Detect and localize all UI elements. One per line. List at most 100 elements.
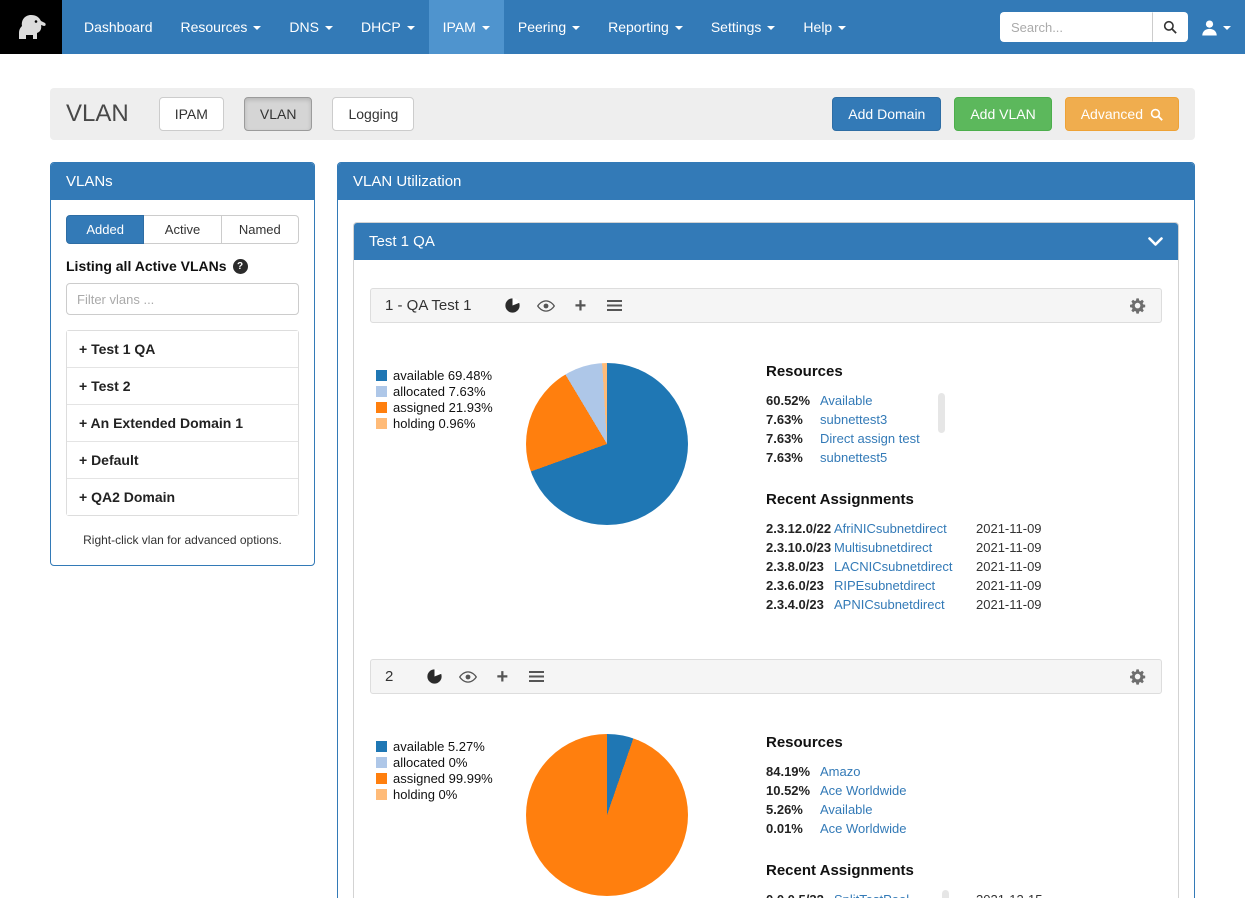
- resource-link[interactable]: Direct assign test: [820, 431, 920, 446]
- resource-link[interactable]: Available: [820, 802, 873, 817]
- assignments-heading: Recent Assignments: [766, 862, 1146, 879]
- add-domain-button[interactable]: Add Domain: [832, 97, 941, 131]
- search-icon: [1163, 20, 1177, 34]
- search-input[interactable]: [1000, 12, 1152, 42]
- vlans-tab-added[interactable]: Added: [66, 215, 144, 244]
- navbar-search: [1000, 12, 1188, 42]
- legend-item: available 69.48%: [376, 368, 526, 384]
- assignment-link[interactable]: LACNICsubnetdirect: [834, 559, 976, 574]
- nav-item-ipam[interactable]: IPAM: [429, 0, 504, 54]
- nav-item-reporting[interactable]: Reporting: [594, 0, 697, 54]
- gear-icon[interactable]: [1129, 669, 1147, 685]
- assignment-date: 2021-11-09: [976, 521, 1042, 536]
- gear-icon[interactable]: [1129, 298, 1147, 314]
- resource-percent: 0.01%: [766, 821, 820, 836]
- resource-link[interactable]: subnettest5: [820, 450, 887, 465]
- legend-label: holding 0.96%: [393, 416, 475, 432]
- utilization-pie-chart: [526, 363, 688, 525]
- resource-link[interactable]: Available: [820, 393, 873, 408]
- vlan-list-item-qa2-domain[interactable]: + QA2 Domain: [67, 478, 298, 515]
- resource-percent: 60.52%: [766, 393, 820, 408]
- caret-down-icon: [253, 26, 261, 30]
- assignment-link[interactable]: AfriNICsubnetdirect: [834, 521, 976, 536]
- vlan-list-item-test2[interactable]: + Test 2: [67, 367, 298, 404]
- assignment-link[interactable]: SplitTestPool: [834, 892, 976, 898]
- chevron-down-icon[interactable]: [1148, 237, 1163, 246]
- section-info: Resources 84.19% Amazo 10.52% Ace Worldw…: [766, 734, 1156, 898]
- vlan-section-title: 2: [385, 668, 393, 685]
- question-circle-icon[interactable]: ?: [233, 259, 248, 274]
- advanced-button[interactable]: Advanced: [1065, 97, 1179, 131]
- navbar-right: [1000, 0, 1245, 54]
- search-button[interactable]: [1152, 12, 1188, 42]
- assignment-link[interactable]: APNICsubnetdirect: [834, 597, 976, 612]
- eye-icon[interactable]: [459, 669, 477, 685]
- vlan-section-1-header: 1 - QA Test 1 +: [370, 288, 1162, 323]
- filter-vlans-input[interactable]: [66, 283, 299, 315]
- tab-vlan[interactable]: VLAN: [244, 97, 313, 131]
- legend-label: available 5.27%: [393, 739, 485, 755]
- vlan-list-item-extended-domain[interactable]: + An Extended Domain 1: [67, 404, 298, 441]
- assignment-link[interactable]: RIPEsubnetdirect: [834, 578, 976, 593]
- nav-item-dashboard[interactable]: Dashboard: [70, 0, 167, 54]
- legend-label: assigned 99.99%: [393, 771, 493, 787]
- assignment-date: 2021-11-09: [976, 559, 1042, 574]
- pie-legend: available 5.27% allocated 0% assigned 99…: [376, 734, 526, 898]
- eye-icon[interactable]: [537, 298, 555, 314]
- add-vlan-button[interactable]: Add VLAN: [954, 97, 1051, 131]
- nav-item-dhcp[interactable]: DHCP: [347, 0, 429, 54]
- domain-panel-test1qa: Test 1 QA 1 - QA Test 1: [353, 222, 1179, 898]
- listing-label: Listing all Active VLANs ?: [66, 258, 299, 274]
- domain-panel-title: Test 1 QA: [369, 233, 435, 250]
- nav-label: Help: [803, 19, 832, 35]
- vlans-panel-body: Added Active Named Listing all Active VL…: [51, 200, 314, 565]
- pie-chart-icon[interactable]: [503, 298, 521, 314]
- resource-link[interactable]: Ace Worldwide: [820, 821, 906, 836]
- menu-icon[interactable]: [605, 298, 623, 314]
- utilization-pie-chart: [526, 734, 688, 896]
- pie-legend: available 69.48% allocated 7.63% assigne…: [376, 363, 526, 616]
- resource-row: 84.19% Amazo: [766, 764, 1146, 779]
- vlan-section-1: 1 - QA Test 1 +: [370, 288, 1162, 644]
- nav-label: DHCP: [361, 19, 401, 35]
- plus-icon[interactable]: +: [571, 298, 589, 314]
- domain-panel-header[interactable]: Test 1 QA: [354, 223, 1178, 260]
- user-menu[interactable]: [1201, 19, 1231, 36]
- nav-item-help[interactable]: Help: [789, 0, 860, 54]
- vlan-list-item-test1qa[interactable]: + Test 1 QA: [67, 331, 298, 367]
- pie-chart-icon[interactable]: [425, 669, 443, 685]
- assignments-block: Recent Assignments 0.0.0.5/32 SplitTestP…: [766, 862, 1146, 898]
- resource-row: 7.63% subnettest5: [766, 450, 1146, 465]
- vlan-list: + Test 1 QA + Test 2 + An Extended Domai…: [66, 330, 299, 516]
- resources-block: Resources 60.52% Available 7.63% subnett…: [766, 363, 1146, 465]
- resource-link[interactable]: subnettest3: [820, 412, 887, 427]
- assignment-date: 2021-11-09: [976, 597, 1042, 612]
- nav-label: Dashboard: [84, 19, 153, 35]
- scrollbar[interactable]: [938, 393, 945, 433]
- assignment-cidr: 0.0.0.5/32: [766, 892, 834, 898]
- vlan-list-item-default[interactable]: + Default: [67, 441, 298, 478]
- search-icon: [1150, 108, 1163, 121]
- scrollbar[interactable]: [942, 890, 949, 898]
- assignment-date: 2021-12-15: [976, 892, 1043, 898]
- assignment-cidr: 2.3.12.0/22: [766, 521, 834, 536]
- resources-block: Resources 84.19% Amazo 10.52% Ace Worldw…: [766, 734, 1146, 836]
- tab-ipam[interactable]: IPAM: [159, 97, 224, 131]
- nav-item-dns[interactable]: DNS: [275, 0, 347, 54]
- vlans-tab-active[interactable]: Active: [144, 215, 221, 244]
- nav-item-resources[interactable]: Resources: [167, 0, 276, 54]
- assignment-link[interactable]: Multisubnetdirect: [834, 540, 976, 555]
- vlans-tab-named[interactable]: Named: [222, 215, 299, 244]
- resource-link[interactable]: Ace Worldwide: [820, 783, 906, 798]
- assignment-cidr: 2.3.4.0/23: [766, 597, 834, 612]
- plus-icon[interactable]: +: [493, 669, 511, 685]
- legend-item: holding 0%: [376, 787, 526, 803]
- menu-icon[interactable]: [527, 669, 545, 685]
- tab-logging[interactable]: Logging: [332, 97, 414, 131]
- resource-link[interactable]: Amazo: [820, 764, 860, 779]
- app-logo[interactable]: [0, 0, 62, 54]
- nav-item-settings[interactable]: Settings: [697, 0, 790, 54]
- legend-swatch: [376, 370, 387, 381]
- nav-item-peering[interactable]: Peering: [504, 0, 594, 54]
- elephant-logo-icon: [11, 7, 51, 47]
